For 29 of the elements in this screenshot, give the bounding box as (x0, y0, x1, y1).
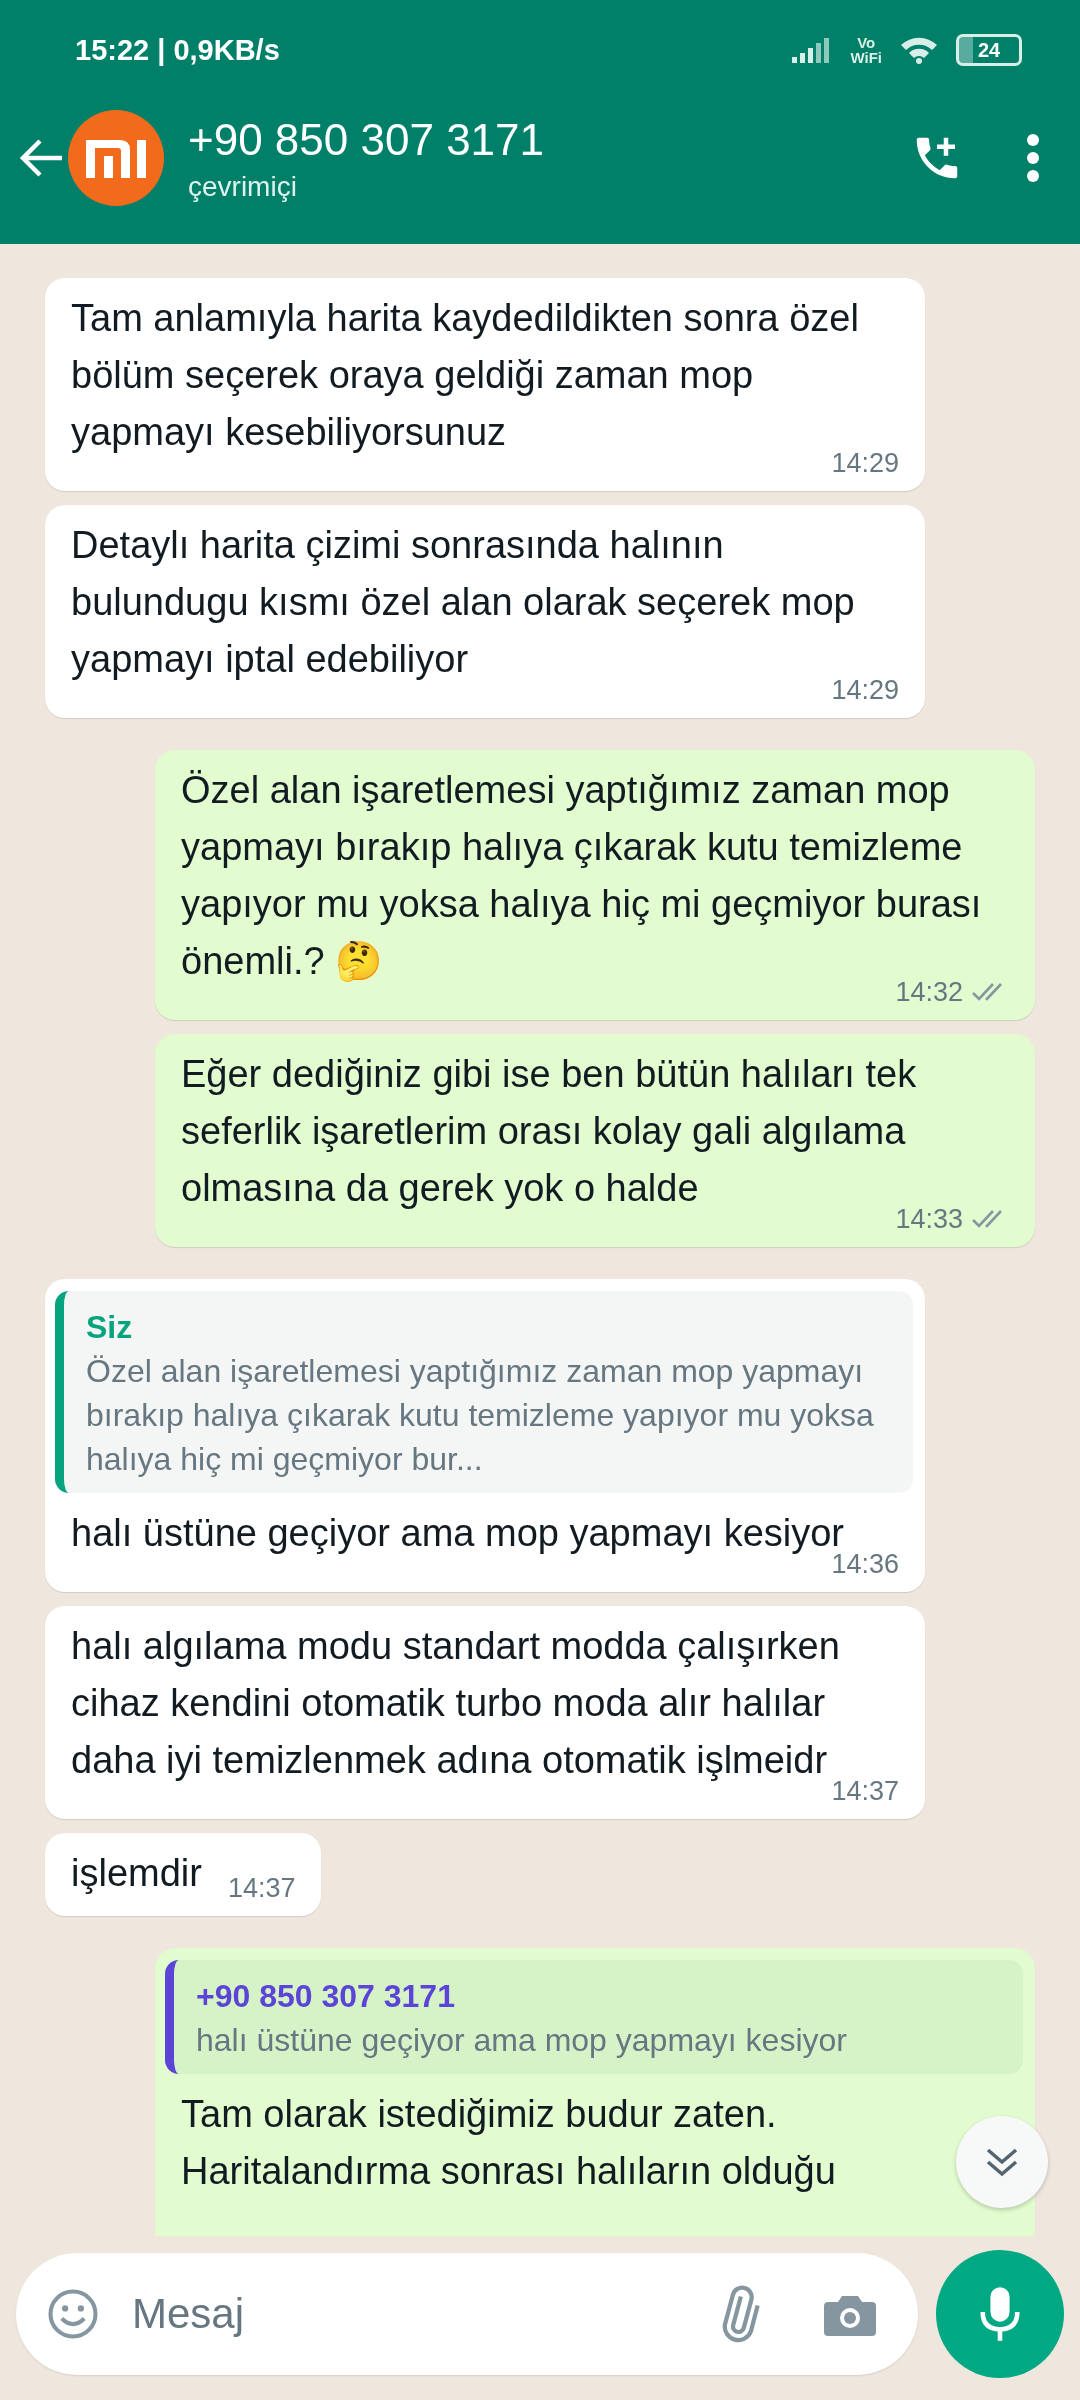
message-text: işlemdir (71, 1851, 202, 1896)
quote-text: halı üstüne geçiyor ama mop yapmayı kesiyor (196, 2021, 848, 2060)
menu-button[interactable] (1026, 133, 1040, 183)
back-button[interactable] (18, 138, 64, 178)
message-bubble[interactable]: işlemdir 14:37 (45, 1833, 322, 1916)
message-input[interactable]: Mesaj (130, 2289, 678, 2339)
message-time: 14:37 (227, 1872, 296, 1905)
avatar-logo-icon[interactable] (68, 110, 164, 206)
quote-text: Özel alan işaretlemesi yaptığımız zaman mop yapmayı bırakıp halıya çıkarak kutu temizleme yapıyor mu yoksa halıya hiç mi geçmiyor bur... (86, 1352, 875, 1479)
contact-title[interactable]: +90 850 307 3171 (188, 113, 910, 167)
status-time: 15:22 | 0,9KB/s (75, 33, 281, 67)
quoted-message[interactable]: Siz Özel alan işaretlemesi yaptığımız zaman mop yapmayı bırakıp halıya çıkarak kutu temizleme yapıyor mu yoksa halıya hiç mi geçmiyor bur... (55, 1291, 913, 1493)
message-bubble[interactable]: Detaylı harita çizimi sonrasında halının bulundugu kısmı özel alan olarak seçerek mop yapmayı iptal edebiliyor 14:29 (45, 505, 925, 718)
message-bubble[interactable]: Eğer dediğiniz gibi ise ben bütün halıları tek seferlik işaretlerim orası kolay gali algılama olmasına da gerek yok o halde 14:33 (155, 1034, 1035, 1247)
message-bubble[interactable]: +90 850 307 3171 halı üstüne geçiyor ama mop yapmayı kesiyor Tam olarak istediğimiz budur zaten. Haritalandırma sonrası halıların olduğu (155, 1948, 1035, 2236)
message-text: Tam olarak istediğimiz budur zaten. Haritalandırma sonrası halıların olduğu (181, 2092, 837, 2194)
message-bubble[interactable]: Özel alan işaretlemesi yaptığımız zaman mop yapmayı bırakıp halıya çıkarak kutu temizleme yapıyor mu yoksa halıya hiç mi geçmiyor burası önemli.? 🤔 14:32 (155, 750, 1035, 1020)
quote-author: +90 850 307 3171 (196, 1977, 456, 2016)
message-bubble[interactable]: Siz Özel alan işaretlemesi yaptığımız zaman mop yapmayı bırakıp halıya çıkarak kutu temizleme yapıyor mu yoksa halıya hiç mi geçmiyor bur... halı üstüne geçiyor ama mop yapmayı kesiyor 14:36 (45, 1279, 925, 1592)
microphone-icon (977, 2284, 1023, 2344)
message-bubble[interactable]: Tam anlamıyla harita kaydedildikten sonra özel bölüm seçerek oraya geldiği zaman mop yapmayı kesebiliyorsunuz 14:29 (45, 278, 925, 491)
battery-icon: 24 (956, 34, 1022, 66)
message-bubble[interactable]: halı algılama modu standart modda çalışırken cihaz kendini otomatik turbo moda alır halılar daha iyi temizlenmek adına otomatik işlmeidr 14:37 (45, 1606, 925, 1819)
vowifi-label: Vo WiFi (850, 35, 882, 65)
emoji-icon[interactable] (46, 2287, 100, 2341)
contact-status: çevrimiçi (188, 171, 298, 203)
quote-author: Siz (86, 1308, 134, 1347)
wifi-icon (900, 36, 938, 64)
quoted-message[interactable]: +90 850 307 3171 halı üstüne geçiyor ama mop yapmayı kesiyor (165, 1960, 1023, 2074)
